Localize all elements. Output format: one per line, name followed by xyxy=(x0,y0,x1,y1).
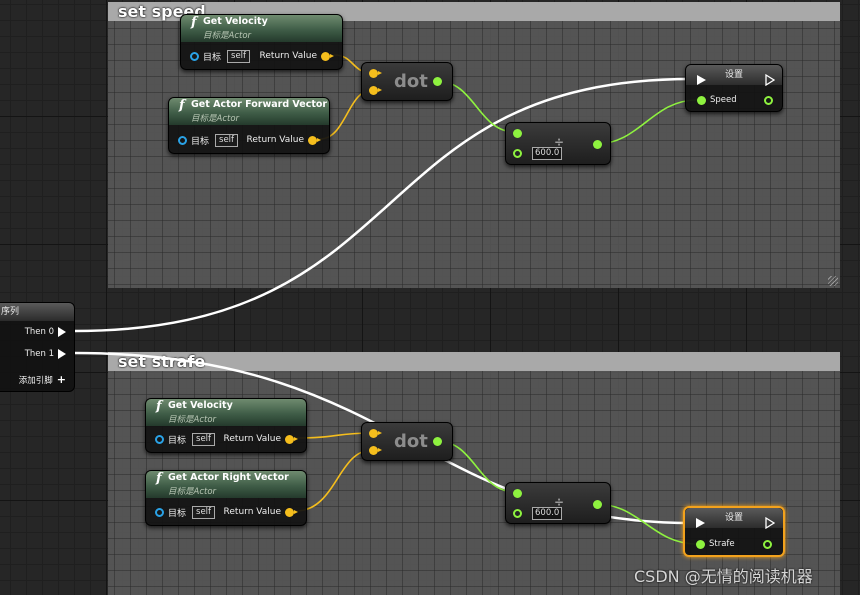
plus-icon: + xyxy=(56,373,66,386)
float-input-pin-a[interactable] xyxy=(513,489,522,498)
float-output-pin[interactable] xyxy=(763,540,772,549)
float-input-pin-a[interactable] xyxy=(513,129,522,138)
exec-input-icon[interactable] xyxy=(697,75,706,85)
variable-name: Strafe xyxy=(709,539,735,549)
return-pin-row: Return Value xyxy=(259,49,334,63)
return-pin-row: Return Value xyxy=(223,432,298,446)
then1-label: Then 1 xyxy=(24,349,54,359)
node-dot-strafe[interactable]: dot xyxy=(361,422,453,461)
dot-label: dot xyxy=(394,431,428,452)
add-pin-label: 添加引脚 xyxy=(18,375,53,386)
node-divide-strafe[interactable]: ÷ 600.0 xyxy=(505,482,611,524)
self-field[interactable]: self xyxy=(192,505,216,519)
then0-label: Then 0 xyxy=(24,327,54,337)
node-get-velocity-strafe[interactable]: f Get Velocity 目标是Actor 目标 self Return V… xyxy=(145,398,307,453)
self-field[interactable]: self xyxy=(227,49,251,63)
function-icon: f xyxy=(179,98,185,113)
vector-input-pin-a[interactable] xyxy=(369,429,382,438)
exec-output-icon[interactable] xyxy=(765,517,775,529)
float-output-pin[interactable] xyxy=(593,500,602,509)
variable-name: Speed xyxy=(710,95,737,105)
target-label: 目标 xyxy=(191,136,210,147)
target-pin-row: 目标 self xyxy=(178,133,239,147)
node-title: Get Actor Forward Vector xyxy=(191,99,328,110)
exec-output-icon[interactable] xyxy=(58,349,66,359)
watermark: CSDN @无情的阅读机器 xyxy=(634,567,813,586)
target-label: 目标 xyxy=(168,508,187,519)
set-title: 设置 xyxy=(724,70,743,80)
function-icon: f xyxy=(156,471,162,486)
node-title: Get Velocity xyxy=(168,400,233,411)
set-title: 设置 xyxy=(724,513,743,523)
node-set-strafe[interactable]: 设置 Strafe xyxy=(683,506,785,557)
node-header: f Get Actor Right Vector 目标是Actor xyxy=(146,471,306,498)
float-input-pin-b[interactable] xyxy=(513,509,522,518)
object-pin-icon[interactable] xyxy=(178,135,187,145)
float-input-pin-b[interactable] xyxy=(513,149,522,158)
node-get-right-vector[interactable]: f Get Actor Right Vector 目标是Actor 目标 sel… xyxy=(145,470,307,526)
exec-output-icon[interactable] xyxy=(58,327,66,337)
node-subtitle: 目标是Actor xyxy=(168,415,217,425)
float-output-pin[interactable] xyxy=(433,77,442,86)
divisor-field[interactable]: 600.0 xyxy=(532,147,563,160)
float-input-pin[interactable] xyxy=(697,96,706,105)
object-pin-icon[interactable] xyxy=(155,507,164,517)
vector-input-pin-b[interactable] xyxy=(369,446,382,455)
divisor-field[interactable]: 600.0 xyxy=(532,507,563,520)
node-header: f Get Velocity 目标是Actor xyxy=(181,15,342,42)
vector-pin-icon[interactable] xyxy=(285,507,298,517)
dot-label: dot xyxy=(394,71,428,92)
return-label: Return Value xyxy=(259,51,317,61)
vector-input-pin-a[interactable] xyxy=(369,69,382,78)
float-input-pin[interactable] xyxy=(696,540,705,549)
target-label: 目标 xyxy=(203,52,222,63)
then0-pin-row[interactable]: Then 0 xyxy=(25,327,66,337)
function-icon: f xyxy=(156,399,162,414)
node-header: f Get Actor Forward Vector 目标是Actor xyxy=(169,98,329,125)
node-get-velocity-speed[interactable]: f Get Velocity 目标是Actor 目标 self Return V… xyxy=(180,14,343,70)
return-label: Return Value xyxy=(223,507,281,517)
node-title: Get Actor Right Vector xyxy=(168,472,289,483)
node-divide-speed[interactable]: ÷ 600.0 xyxy=(505,122,611,165)
float-output-pin[interactable] xyxy=(433,437,442,446)
vector-pin-icon[interactable] xyxy=(321,51,334,61)
float-output-pin[interactable] xyxy=(593,140,602,149)
return-label: Return Value xyxy=(246,135,304,145)
function-icon: f xyxy=(191,15,197,30)
return-pin-row: Return Value xyxy=(223,505,298,519)
object-pin-icon[interactable] xyxy=(190,51,199,61)
target-pin-row: 目标 self xyxy=(155,505,216,519)
node-dot-speed[interactable]: dot xyxy=(361,62,453,101)
exec-input-icon[interactable] xyxy=(696,518,705,528)
target-pin-row: 目标 self xyxy=(190,49,251,63)
then1-pin-row[interactable]: Then 1 xyxy=(25,349,66,359)
vector-pin-icon[interactable] xyxy=(285,434,298,444)
node-sequence[interactable]: 序列 Then 0 Then 1 添加引脚 + xyxy=(0,302,75,392)
self-field[interactable]: self xyxy=(215,133,239,147)
node-header: 序列 xyxy=(0,303,74,321)
float-output-pin[interactable] xyxy=(764,96,773,105)
target-label: 目标 xyxy=(168,435,187,446)
node-get-forward-vector[interactable]: f Get Actor Forward Vector 目标是Actor 目标 s… xyxy=(168,97,330,154)
node-subtitle: 目标是Actor xyxy=(203,31,252,41)
vector-pin-icon[interactable] xyxy=(308,135,321,145)
sequence-title: 序列 xyxy=(1,307,20,317)
resize-grip-icon[interactable] xyxy=(828,276,838,286)
node-subtitle: 目标是Actor xyxy=(168,487,217,497)
node-subtitle: 目标是Actor xyxy=(191,114,240,124)
target-pin-row: 目标 self xyxy=(155,432,216,446)
node-set-speed[interactable]: 设置 Speed xyxy=(685,64,783,112)
self-field[interactable]: self xyxy=(192,432,216,446)
return-pin-row: Return Value xyxy=(246,133,321,147)
exec-output-icon[interactable] xyxy=(765,74,775,86)
object-pin-icon[interactable] xyxy=(155,434,164,444)
node-header: f Get Velocity 目标是Actor xyxy=(146,399,306,426)
node-title: Get Velocity xyxy=(203,16,268,27)
add-pin-button[interactable]: 添加引脚 + xyxy=(19,373,66,386)
return-label: Return Value xyxy=(223,434,281,444)
vector-input-pin-b[interactable] xyxy=(369,86,382,95)
comment-title-set-strafe[interactable]: set strafe xyxy=(108,352,840,371)
